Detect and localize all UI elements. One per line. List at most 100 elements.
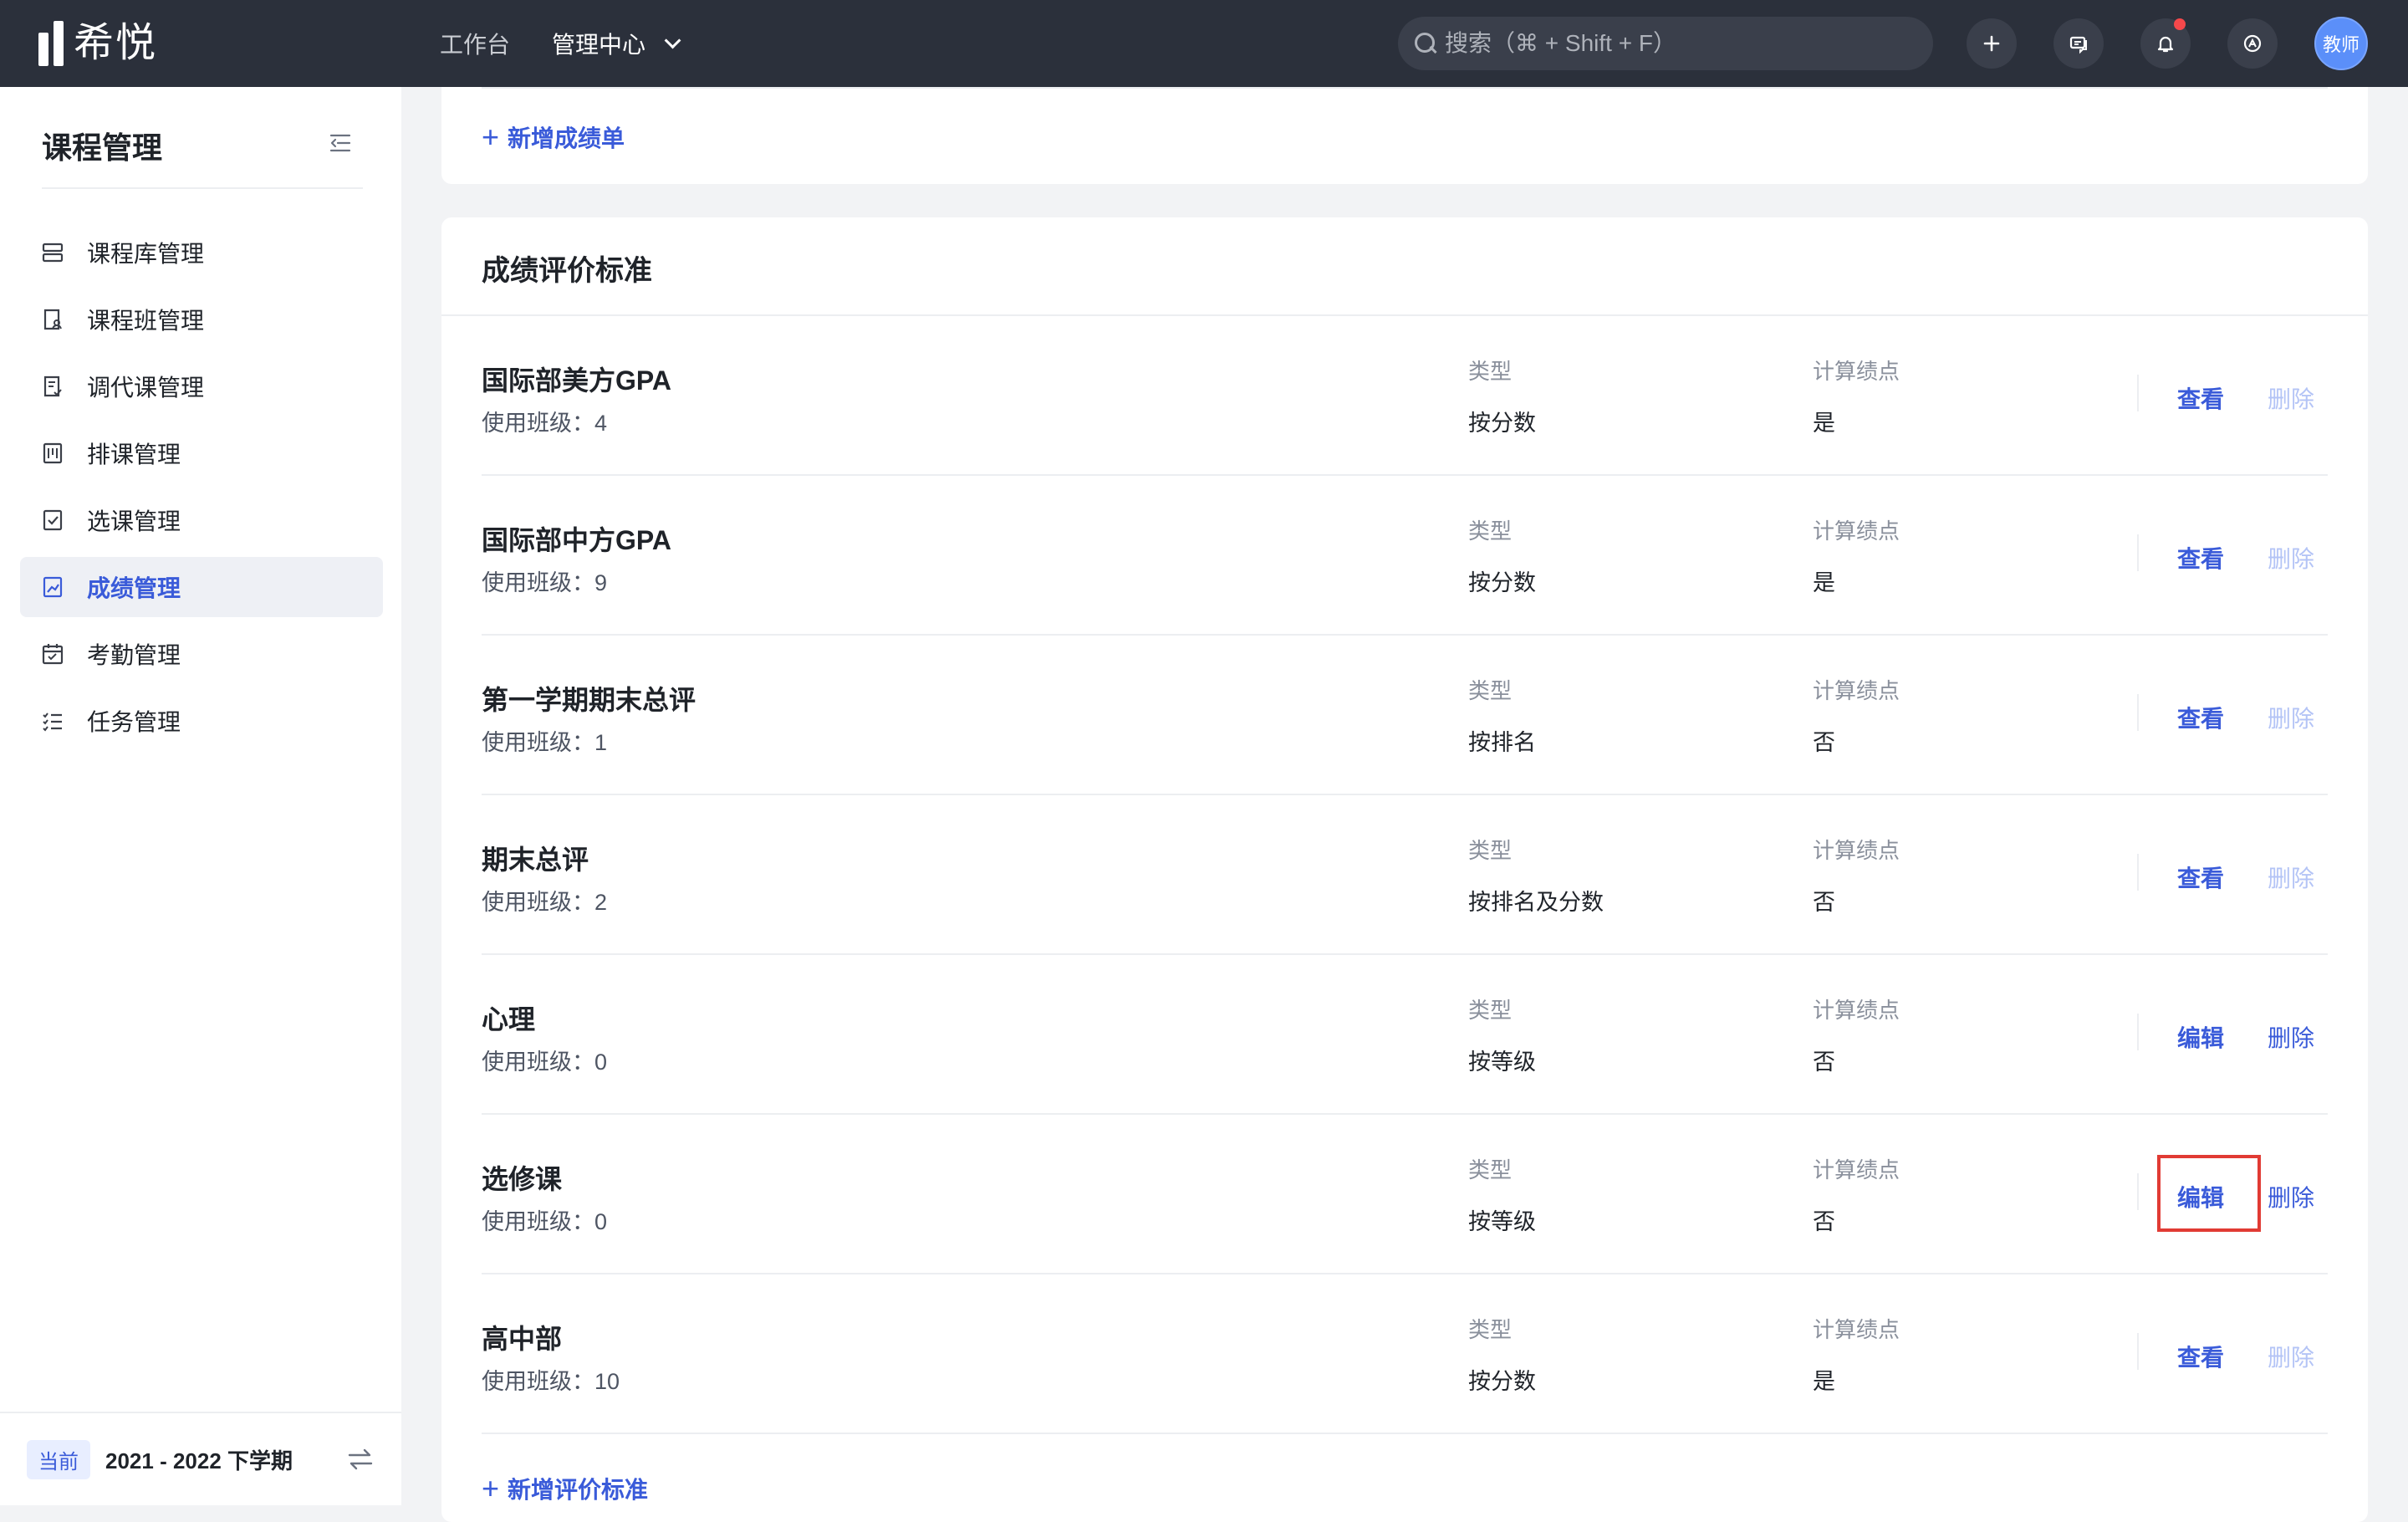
view-button[interactable]: 查看 [2177,381,2224,415]
tasklist-icon [43,712,62,732]
topnav-admin-center-label: 管理中心 [552,32,646,58]
collapse-sidebar-icon[interactable] [328,132,353,154]
sidebar-item-grades[interactable]: 成绩管理 [20,557,383,617]
action-divider [2137,1014,2139,1050]
gpa-label: 计算绩点 [1813,678,1900,703]
sidebar-divider [42,187,363,189]
action-divider [2137,1333,2139,1370]
gpa-label: 计算绩点 [1813,838,1900,863]
card-divider [482,87,2328,89]
brand-logo[interactable]: 希悦 [38,20,157,67]
class-usage-count: 使用班级：4 [482,411,608,436]
topnav-admin-center[interactable]: 管理中心 [552,27,681,60]
bell-icon [2157,36,2174,53]
notification-dot [2174,18,2186,30]
class-usage-count: 使用班级：9 [482,570,608,595]
type-value: 按排名及分数 [1468,890,1604,915]
standard-name: 期末总评 [482,845,589,875]
type-label: 类型 [1468,678,1513,703]
switch-icon[interactable] [346,1447,375,1472]
delete-button-disabled: 删除 [2268,866,2315,891]
standard-name: 国际部美方GPA [482,365,671,396]
type-value: 按分数 [1468,570,1536,595]
brand-name: 希悦 [74,21,158,65]
main-content: + 新增成绩单 成绩评价标准 国际部美方GPA 使用班级：4 类型 按分数 计算… [401,87,2408,1522]
delete-button[interactable]: 删除 [2268,1180,2314,1213]
type-value: 按排名 [1468,730,1536,755]
current-term-label: 2021 - 2022 下学期 [105,1448,293,1473]
add-standard-button[interactable]: + 新增评价标准 [482,1472,648,1505]
type-label: 类型 [1468,1317,1513,1342]
grade-icon [43,576,63,598]
help-button[interactable] [2227,18,2278,69]
top-bar: 希悦 工作台 管理中心 教师 [0,0,2408,87]
delete-button-disabled: 删除 [2268,706,2315,732]
list-item: 选修课 使用班级：0 类型 按等级 计算绩点 否 编辑 删除 [482,1115,2328,1274]
plus-icon: + [482,1471,500,1505]
calendar-icon [42,644,64,665]
action-divider [2137,1173,2139,1210]
messages-button[interactable] [2053,18,2104,69]
type-label: 类型 [1468,838,1513,863]
global-search[interactable] [1398,17,1933,70]
sidebar-item-tasks[interactable]: 任务管理 [20,691,383,751]
delete-button[interactable]: 删除 [2268,1020,2314,1054]
edit-button[interactable]: 编辑 [2177,1180,2224,1213]
sidebar-item-course-class[interactable]: 课程班管理 [20,289,383,350]
gpa-label: 计算绩点 [1813,518,1900,544]
list-item: 心理 使用班级：0 类型 按等级 计算绩点 否 编辑 删除 [482,955,2328,1115]
sidebar-item-course-library[interactable]: 课程库管理 [20,222,383,283]
topnav-workbench[interactable]: 工作台 [440,27,510,60]
delete-button-disabled: 删除 [2268,1345,2315,1371]
search-input[interactable] [1445,30,1913,57]
list-item: 国际部美方GPA 使用班级：4 类型 按分数 计算绩点 是 查看 删除 [482,316,2328,476]
gpa-value: 是 [1813,411,1835,436]
type-value: 按分数 [1468,1369,1536,1394]
plus-icon [1983,35,2000,52]
notifications-button[interactable] [2140,18,2191,69]
standard-name: 第一学期期末总评 [482,685,696,715]
sidebar-item-substitute[interactable]: 调代课管理 [20,356,383,416]
user-avatar[interactable]: 教师 [2314,17,2368,70]
delete-button-disabled: 删除 [2268,546,2315,572]
type-label: 类型 [1468,518,1513,544]
type-value: 按等级 [1468,1050,1536,1075]
action-divider [2137,375,2139,411]
sidebar-item-scheduling[interactable]: 排课管理 [20,423,383,483]
stack-icon [42,243,64,263]
help-icon [2243,34,2262,53]
search-icon [1415,33,1436,54]
class-usage-count: 使用班级：2 [482,890,608,915]
sidebar-item-label: 成绩管理 [87,575,181,601]
standard-name: 选修课 [482,1164,563,1194]
section-title: 成绩评价标准 [482,255,652,287]
gpa-value: 否 [1813,1050,1835,1075]
gpa-value: 否 [1813,730,1835,755]
edit-button[interactable]: 编辑 [2177,1020,2224,1054]
sidebar-item-course-selection[interactable]: 选课管理 [20,490,383,550]
term-switcher[interactable]: 当前 2021 - 2022 下学期 [0,1412,401,1505]
class-usage-count: 使用班级：0 [482,1050,608,1075]
sidebar-item-label: 排课管理 [87,442,181,467]
chat-icon [2069,36,2087,54]
view-button[interactable]: 查看 [2177,541,2224,575]
type-label: 类型 [1468,1157,1513,1182]
sidebar-item-attendance[interactable]: 考勤管理 [20,624,383,684]
gpa-label: 计算绩点 [1813,998,1900,1023]
create-button[interactable] [1967,18,2017,69]
view-button[interactable]: 查看 [2177,701,2224,734]
standard-name: 心理 [482,1004,536,1034]
gpa-value: 否 [1813,1209,1835,1234]
type-value: 按等级 [1468,1209,1536,1234]
gpa-value: 否 [1813,890,1835,915]
view-button[interactable]: 查看 [2177,861,2224,894]
class-usage-count: 使用班级：1 [482,730,608,755]
top-nav: 工作台 管理中心 [440,0,681,87]
action-divider [2137,534,2139,571]
list-item: 国际部中方GPA 使用班级：9 类型 按分数 计算绩点 是 查看 删除 [482,476,2328,636]
action-divider [2137,854,2139,891]
view-button[interactable]: 查看 [2177,1340,2224,1373]
gpa-value: 是 [1813,1369,1835,1394]
class-usage-count: 使用班级：0 [482,1209,608,1234]
add-gradebook-button[interactable]: + 新增成绩单 [482,120,625,154]
